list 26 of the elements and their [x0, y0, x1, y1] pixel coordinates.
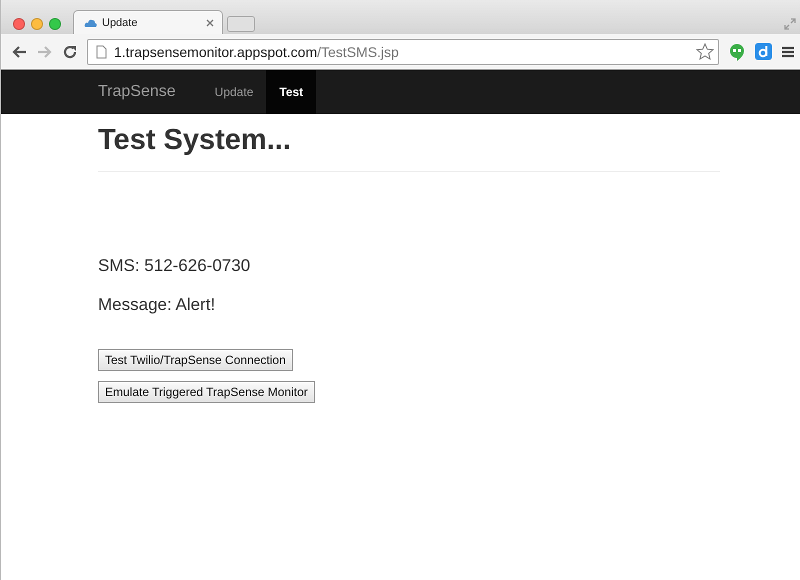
close-button[interactable]: [13, 18, 25, 30]
info-text: Message: Alert!: [98, 295, 216, 315]
quote-bubble-icon[interactable]: [729, 42, 745, 60]
action-button[interactable]: Emulate Triggered TrapSense Monitor: [98, 381, 315, 403]
nav-link[interactable]: Test: [266, 70, 316, 114]
star-icon[interactable]: [696, 43, 714, 60]
menu-icon[interactable]: [782, 46, 794, 58]
close-tab-icon[interactable]: [206, 18, 214, 26]
address-field[interactable]: 1.trapsensemonitor.appspot.com/TestSMS.jsp: [87, 38, 719, 64]
tab-title: Update: [102, 16, 138, 28]
new-tab-button[interactable]: [227, 16, 255, 32]
zoom-button[interactable]: [49, 18, 61, 30]
forward-arrow-icon[interactable]: [37, 44, 53, 58]
back-arrow-icon[interactable]: [11, 44, 27, 58]
info-text: SMS: 512-626-0730: [98, 256, 252, 276]
reload-icon[interactable]: [63, 44, 77, 58]
page-heading: Test System...: [98, 124, 720, 172]
action-button[interactable]: Test Twilio/TrapSense Connection: [98, 349, 293, 371]
page-icon: [96, 44, 107, 58]
minimize-button[interactable]: [31, 18, 43, 30]
url-text: 1.trapsensemonitor.appspot.com/TestSMS.jsp: [114, 44, 400, 60]
brand-link[interactable]: TrapSense: [98, 70, 202, 114]
letter-d-icon[interactable]: [755, 43, 772, 60]
browser-tab[interactable]: Update: [73, 10, 223, 34]
fullscreen-icon[interactable]: [784, 18, 796, 30]
nav-link[interactable]: Update: [202, 70, 266, 114]
